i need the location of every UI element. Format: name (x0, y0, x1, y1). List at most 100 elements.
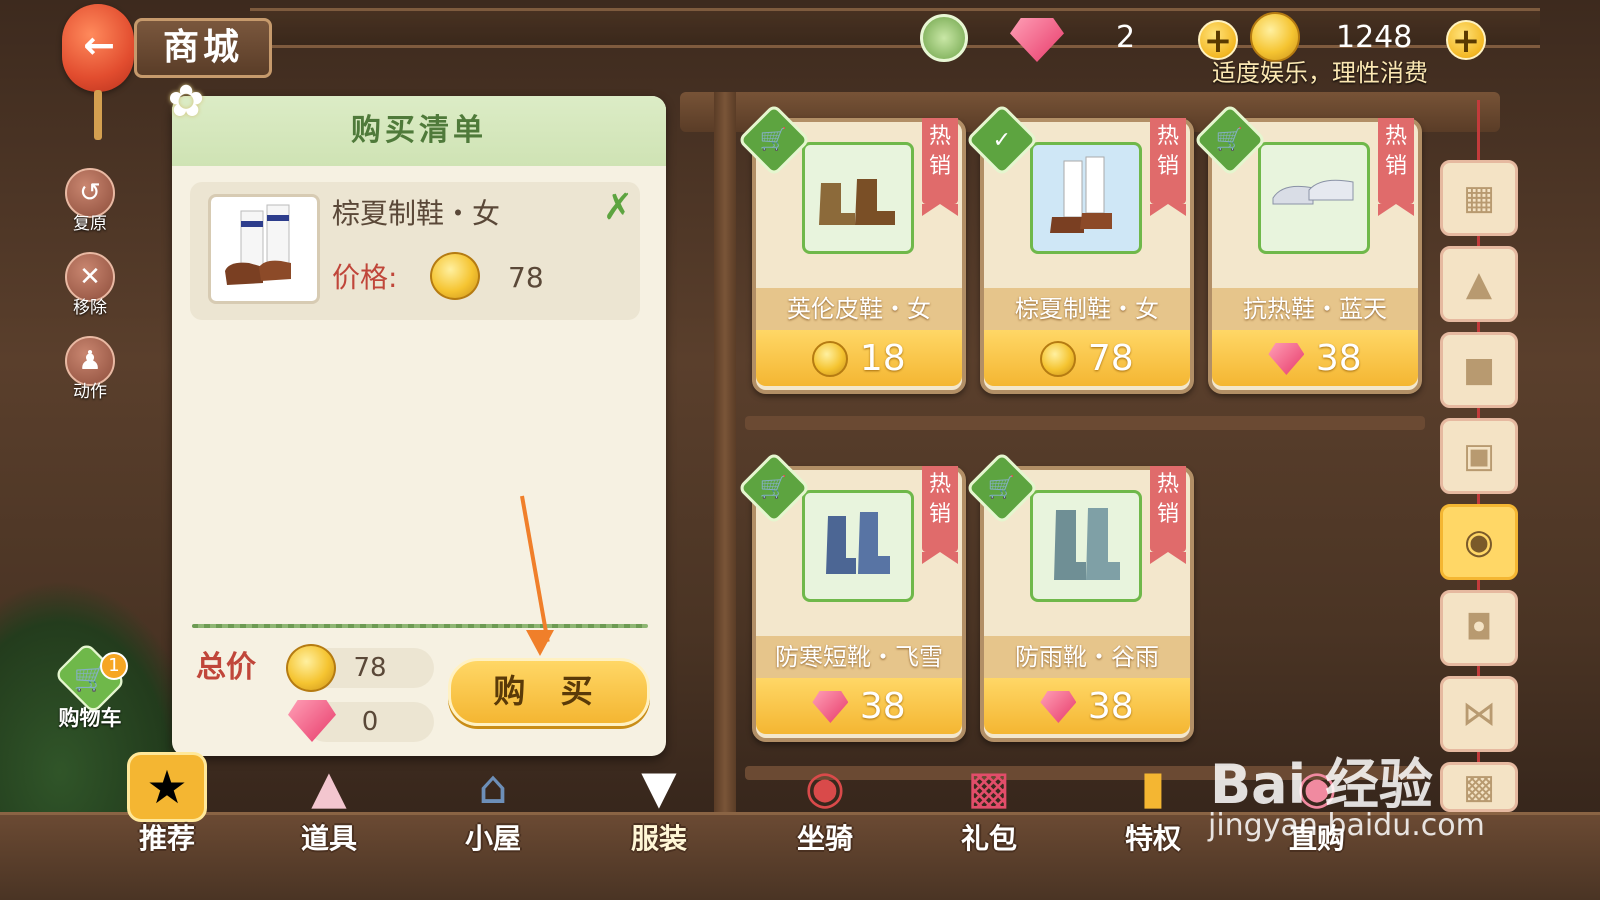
product-name: 英伦皮鞋・女 (756, 288, 962, 330)
buy-button[interactable]: 购 买 (448, 658, 650, 726)
rain-boots-icon (1030, 490, 1142, 602)
hot-sale-badge: 热销 (1150, 466, 1186, 564)
bow-icon: ⋈ (1462, 694, 1496, 734)
gift-box-icon: ▩ (967, 760, 1011, 814)
restore-button[interactable]: ↺ 复原 (62, 168, 118, 234)
product-price-tag: 78 (984, 330, 1190, 386)
dress-icon: ▲ (1465, 264, 1493, 304)
purchase-item-name: 棕夏制鞋・女 (332, 197, 501, 230)
product-card[interactable]: 英伦皮鞋・女 18 🛒 热销 (737, 103, 966, 394)
cart-icon: 🛒 (1216, 127, 1244, 153)
nav-gift-pack-label: 礼包 (960, 822, 1017, 855)
loafers-socks-thumb-icon (208, 194, 320, 304)
hot-sale-badge: 热销 (1378, 118, 1414, 216)
loafers-socks-icon (1030, 142, 1142, 254)
hot-sale-badge: 热销 (922, 466, 958, 564)
category-pants-tab[interactable]: ▣ (1440, 418, 1518, 494)
moderation-notice: 适度娱乐，理性消费 (1212, 59, 1428, 87)
purchase-item-price-label: 价格: (332, 261, 398, 294)
product-card[interactable]: 防寒短靴・飞雪 38 🛒 热销 (737, 451, 966, 742)
product-price: 38 (1315, 338, 1362, 379)
blue-boots-icon (802, 490, 914, 602)
bag-icon: ▩ (1462, 767, 1496, 807)
monthly-card-icon: ▮ (1140, 760, 1166, 814)
cart-badge: 1 (100, 652, 128, 680)
nav-mount[interactable]: ◉ 坐骑 (770, 752, 880, 862)
product-name: 抗热鞋・蓝天 (1212, 288, 1418, 330)
restore-label: 复原 (73, 214, 107, 234)
list-divider (192, 624, 648, 628)
house-icon: ⌂ (478, 760, 508, 814)
back-arrow-icon[interactable]: ← (78, 24, 120, 66)
hat-icon: ◘ (1465, 608, 1493, 648)
pose-label: 动作 (73, 382, 107, 402)
purchase-item-price: 78 (508, 261, 544, 294)
nav-gift-pack[interactable]: ▩ 礼包 (934, 752, 1044, 862)
nav-privilege[interactable]: ▮ 特权 (1098, 752, 1208, 862)
shirt-remove-icon: ✕ (65, 252, 115, 302)
nav-privilege-label: 特权 (1124, 822, 1181, 855)
flower-icon: ✿ (167, 76, 205, 127)
sandals-icon: ◉ (1464, 522, 1494, 562)
hot-sale-badge: 热销 (922, 118, 958, 216)
add-to-cart-button[interactable]: 🛒 (737, 451, 811, 525)
remove-outfit-label: 移除 (73, 298, 107, 318)
category-all-tab[interactable]: ▦ (1440, 160, 1518, 236)
nav-clothing-label: 服装 (630, 822, 687, 855)
product-card[interactable]: 抗热鞋・蓝天 38 🛒 热销 (1193, 103, 1422, 394)
nav-items[interactable]: ▲ 道具 (274, 752, 384, 862)
brown-boots-icon (802, 142, 914, 254)
cart-button[interactable]: 🛒 1 购物车 (48, 641, 132, 732)
shirt-icon: ■ (1462, 350, 1496, 390)
add-to-cart-button[interactable]: 🛒 (965, 451, 1039, 525)
annotation-arrow-head (526, 630, 554, 656)
product-price: 18 (859, 338, 906, 379)
sailor-uniform-icon: ▼ (641, 760, 677, 814)
nav-recommend-label: 推荐 (138, 822, 195, 855)
nav-mount-label: 坐骑 (796, 822, 853, 855)
product-price-tag: 38 (984, 678, 1190, 734)
product-name: 棕夏制鞋・女 (984, 288, 1190, 330)
cart-icon: 🛒 (760, 127, 788, 153)
checkmark-icon: ✓ (992, 127, 1012, 153)
category-bow-tab[interactable]: ⋈ (1440, 676, 1518, 752)
nav-house-label: 小屋 (464, 822, 521, 855)
pose-button[interactable]: ♟ 动作 (62, 336, 118, 402)
white-shoes-icon (1258, 142, 1370, 254)
add-gem-button[interactable]: + (1198, 20, 1238, 60)
product-card[interactable]: 棕夏制鞋・女 78 ✓ 热销 (965, 103, 1194, 394)
category-shirt-tab[interactable]: ■ (1440, 332, 1518, 408)
coin-icon (812, 341, 849, 377)
hot-sale-badge: 热销 (1150, 118, 1186, 216)
category-bag-tab[interactable]: ▩ (1440, 762, 1518, 812)
nav-house[interactable]: ⌂ 小屋 (438, 752, 548, 862)
loafers-socks-icon (225, 204, 291, 285)
gem-count: 2 (1116, 20, 1136, 55)
add-coin-button[interactable]: + (1446, 20, 1486, 60)
total-label: 总价 (196, 650, 256, 685)
product-price-tag: 38 (1212, 330, 1418, 386)
coin-icon (1250, 12, 1300, 62)
remove-item-icon[interactable]: ✗ (600, 190, 636, 226)
category-hat-tab[interactable]: ◘ (1440, 590, 1518, 666)
nav-clothing[interactable]: ▼ 服装 (604, 752, 714, 862)
gem-icon (1010, 18, 1064, 62)
fox-mask-icon: ▲ (311, 760, 347, 814)
bicycle-icon: ◉ (804, 760, 846, 814)
nav-recommend[interactable]: ★ 推荐 (112, 752, 222, 862)
category-dress-tab[interactable]: ▲ (1440, 246, 1518, 322)
shop-info-icon[interactable] (920, 14, 968, 62)
cart-icon: 🛒 (988, 475, 1016, 501)
gem-icon (1268, 343, 1305, 375)
gem-icon (812, 691, 849, 723)
gem-icon (1040, 691, 1077, 723)
coin-count: 1248 (1336, 20, 1413, 55)
remove-outfit-button[interactable]: ✕ 移除 (62, 252, 118, 318)
watermark-url: jingyan.baidu.com (1208, 808, 1485, 843)
product-card[interactable]: 防雨靴・谷雨 38 🛒 热销 (965, 451, 1194, 742)
pose-figure-icon: ♟ (65, 336, 115, 386)
product-price-tag: 18 (756, 330, 962, 386)
category-shoes-tab[interactable]: ◉ (1440, 504, 1518, 580)
shorts-icon: ▣ (1462, 436, 1496, 476)
coin-icon (286, 644, 336, 692)
